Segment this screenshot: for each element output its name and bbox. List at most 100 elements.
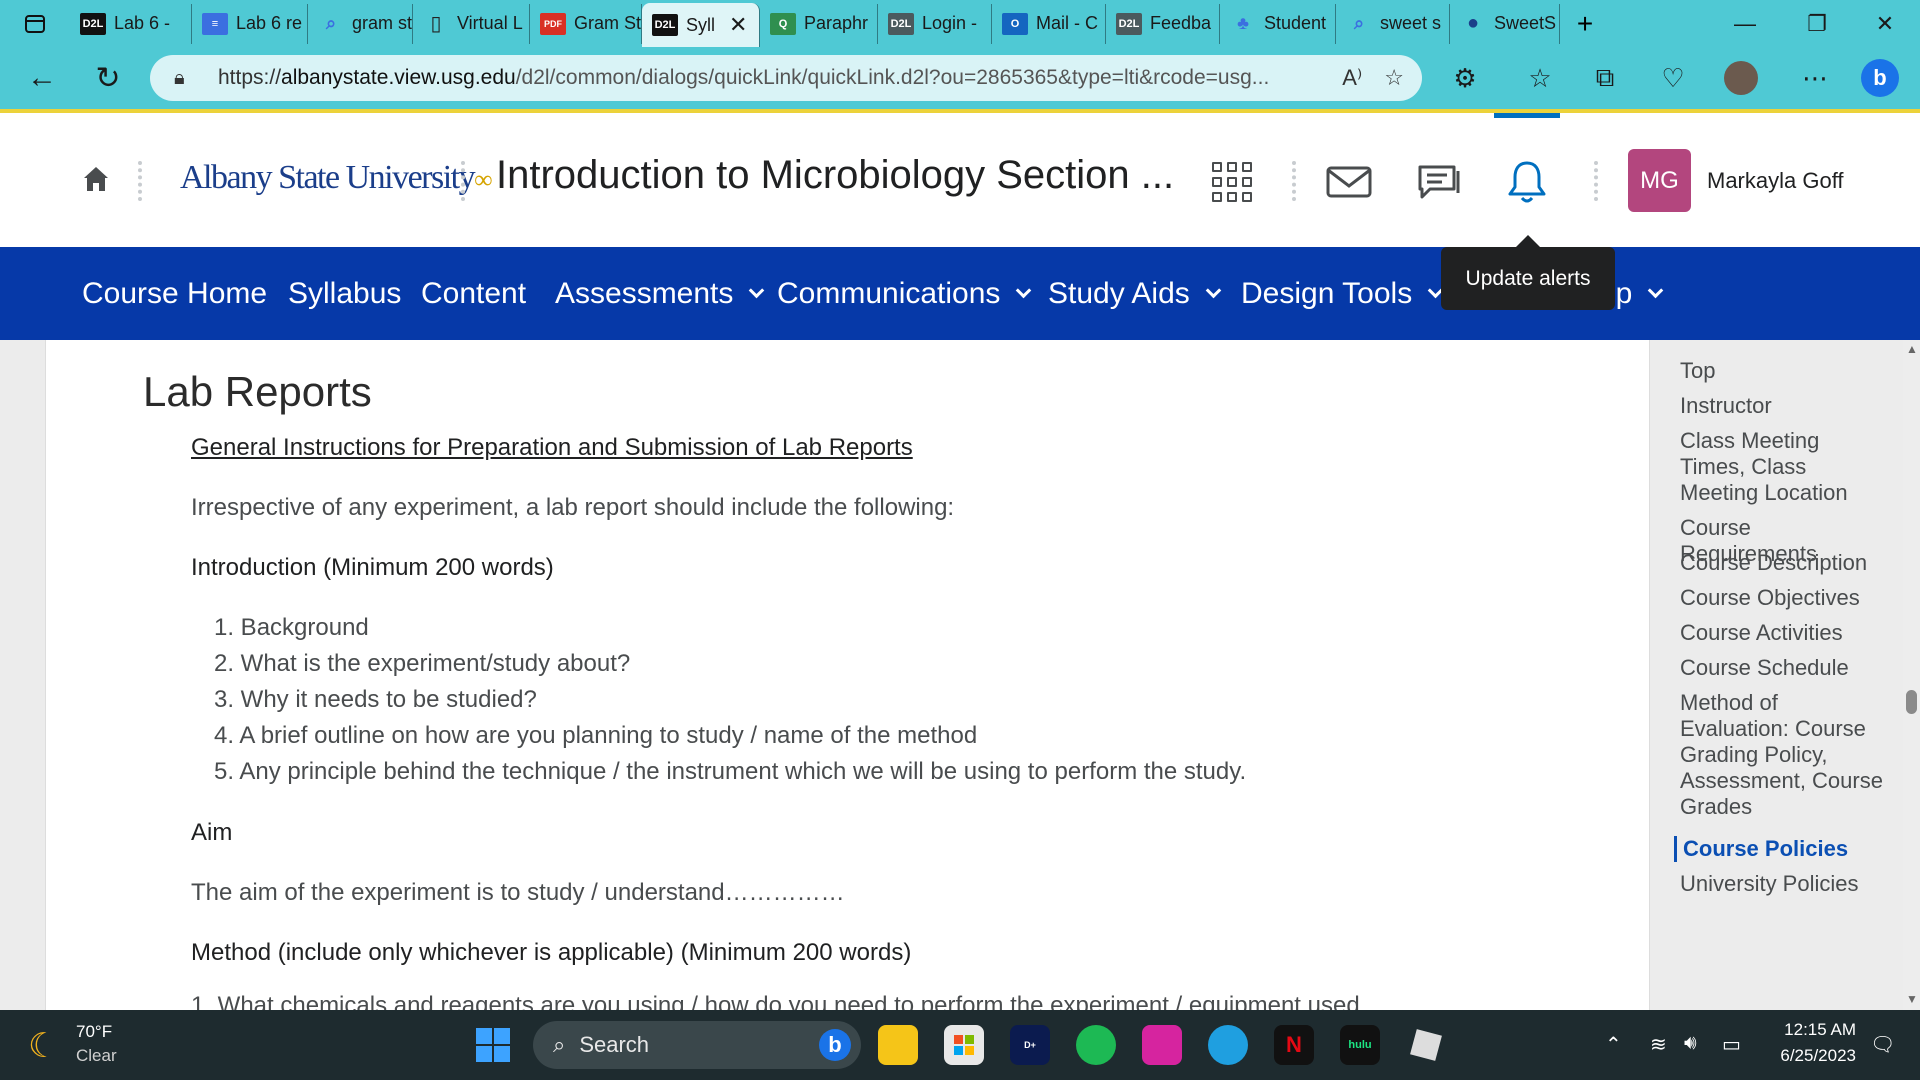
taskbar-search[interactable]: ⌕ Search b <box>533 1021 861 1069</box>
spotify-icon[interactable] <box>1076 1025 1116 1065</box>
bing-icon[interactable]: b <box>1855 47 1905 109</box>
avatar[interactable]: MG <box>1628 149 1691 212</box>
clock-time[interactable]: 12:15 AM <box>1776 1020 1856 1040</box>
chevron-up-icon[interactable]: ⌃ <box>1605 1032 1622 1057</box>
browser-tab[interactable]: D2L Feedba <box>1106 3 1220 44</box>
bing-icon: b <box>819 1029 851 1061</box>
profile-avatar-icon[interactable] <box>1716 47 1766 109</box>
page-scrollbar[interactable]: ▲ ▼ <box>1903 340 1920 1010</box>
weather-condition[interactable]: Clear <box>76 1046 117 1066</box>
toc-item[interactable]: Instructor <box>1680 393 1890 419</box>
tab-actions-icon[interactable] <box>0 0 70 47</box>
favorite-star-icon[interactable]: ☆ <box>1384 65 1404 91</box>
scroll-thumb[interactable] <box>1906 690 1917 714</box>
aim-text: The aim of the experiment is to study / … <box>191 879 845 906</box>
introduction-list: 1. Background 2. What is the experiment/… <box>214 610 1246 790</box>
nav-help[interactable]: lp <box>1609 277 1664 311</box>
toc-item[interactable]: Method of Evaluation: Course Grading Pol… <box>1680 690 1890 820</box>
nav-communications[interactable]: Communications <box>777 277 1032 311</box>
bell-icon[interactable] <box>1500 155 1554 209</box>
chevron-down-icon <box>1648 282 1664 298</box>
aim-heading: Aim <box>191 819 233 846</box>
instagram-icon[interactable] <box>1142 1025 1182 1065</box>
edge-icon[interactable] <box>1208 1025 1248 1065</box>
address-bar[interactable]: 🔒︎ https://albanystate.view.usg.edu/d2l/… <box>150 55 1422 101</box>
browser-tab[interactable]: ≡ Lab 6 re <box>192 3 308 44</box>
nav-syllabus[interactable]: Syllabus <box>288 277 401 311</box>
notifications-icon[interactable]: 🗨︎ <box>1870 1032 1895 1057</box>
scroll-down-icon[interactable]: ▼ <box>1906 992 1918 1006</box>
toc-item[interactable]: Course Schedule <box>1680 655 1890 681</box>
windows-start-icon[interactable] <box>476 1028 510 1062</box>
method-list-item: 1. What chemicals and reagents are you u… <box>191 992 1360 1010</box>
browser-tab[interactable]: ♣ Student <box>1220 3 1336 44</box>
instructions-link[interactable]: General Instructions for Preparation and… <box>191 434 913 462</box>
extensions-icon[interactable]: ⚙ <box>1440 47 1490 109</box>
browser-tab-strip: D2L Lab 6 - ≡ Lab 6 re ⌕ gram st ▯ Virtual L… <box>0 0 1920 47</box>
browser-tab[interactable]: D2L Login - <box>878 3 992 44</box>
chat-icon[interactable] <box>1412 155 1466 209</box>
browser-tab[interactable]: PDF Gram St <box>530 3 642 44</box>
hulu-icon[interactable]: hulu <box>1340 1025 1380 1065</box>
disney-plus-icon[interactable]: D+ <box>1010 1025 1050 1065</box>
collections-icon[interactable]: ⧉ <box>1580 47 1630 109</box>
scroll-up-icon[interactable]: ▲ <box>1906 342 1918 356</box>
browser-essentials-icon[interactable]: ♡ <box>1648 47 1698 109</box>
netflix-icon[interactable]: N <box>1274 1025 1314 1065</box>
refresh-icon[interactable]: ↻ <box>76 47 140 109</box>
clock-date[interactable]: 6/25/2023 <box>1770 1046 1856 1066</box>
toc-item-active[interactable]: Course Policies <box>1683 836 1893 862</box>
file-explorer-icon[interactable] <box>878 1025 918 1065</box>
nav-study-aids[interactable]: Study Aids <box>1048 277 1222 311</box>
toc-item[interactable]: Course Activities <box>1680 620 1890 646</box>
d2l-icon: D2L <box>652 14 678 36</box>
browser-tab-active[interactable]: D2L Syll ✕ <box>642 3 760 47</box>
roblox-icon[interactable] <box>1406 1025 1446 1065</box>
course-selector-icon[interactable] <box>1205 155 1259 209</box>
toc-item[interactable]: University Policies <box>1680 871 1890 897</box>
browser-tab[interactable]: ⌕ sweet s <box>1336 3 1450 44</box>
browser-tab[interactable]: O Mail - C <box>992 3 1106 44</box>
university-logo[interactable]: Albany State University∞ <box>180 159 493 197</box>
search-icon: ⌕ <box>325 13 337 33</box>
browser-tab[interactable]: ● SweetS <box>1450 3 1560 44</box>
restore-icon[interactable]: ❐ <box>1782 0 1852 47</box>
wifi-icon[interactable]: ≋ <box>1650 1032 1667 1057</box>
weather-temperature[interactable]: 70°F <box>76 1022 112 1042</box>
read-aloud-icon[interactable]: A⁾ <box>1342 65 1362 91</box>
toc-item[interactable]: Top <box>1680 358 1890 384</box>
course-title[interactable]: Introduction to Microbiology Section ... <box>496 153 1174 198</box>
nav-course-home[interactable]: Course Home <box>82 277 267 311</box>
mail-icon[interactable] <box>1322 155 1376 209</box>
browser-tab[interactable]: ⌕ gram st <box>308 3 413 44</box>
new-tab-icon[interactable]: + <box>1560 0 1610 47</box>
close-tab-icon[interactable]: ✕ <box>729 12 747 38</box>
battery-icon[interactable]: ▭ <box>1722 1032 1741 1057</box>
header-divider <box>1594 161 1598 201</box>
toc-item[interactable]: Course Description <box>1680 550 1890 576</box>
search-icon: ⌕ <box>553 1032 566 1057</box>
nav-assessments[interactable]: Assessments <box>555 277 765 311</box>
volume-icon[interactable]: 🔊︎ <box>1684 1032 1697 1055</box>
home-icon[interactable] <box>80 163 112 195</box>
toc-item[interactable]: Course Objectives <box>1680 585 1890 611</box>
microsoft-store-icon[interactable] <box>944 1025 984 1065</box>
moon-icon[interactable]: ☾ <box>28 1026 58 1066</box>
favorites-icon[interactable]: ☆ <box>1515 47 1565 109</box>
nav-content[interactable]: Content <box>421 277 526 311</box>
toc-item[interactable]: Class Meeting Times, Class Meeting Locat… <box>1680 428 1890 506</box>
back-icon[interactable]: ← <box>10 47 74 109</box>
chevron-down-icon <box>1016 282 1032 298</box>
browser-tab[interactable]: Q Paraphr <box>760 3 878 44</box>
browser-tab[interactable]: ▯ Virtual L <box>413 3 530 44</box>
method-heading: Method (include only whichever is applic… <box>191 939 912 966</box>
close-window-icon[interactable]: ✕ <box>1850 0 1920 47</box>
minimize-icon[interactable]: — <box>1710 0 1780 47</box>
syllabus-document: Lab Reports General Instructions for Pre… <box>45 340 1650 1010</box>
user-name[interactable]: Markayla Goff <box>1707 168 1844 194</box>
browser-tab[interactable]: D2L Lab 6 - <box>70 3 192 44</box>
d2l-icon: D2L <box>1116 12 1142 35</box>
more-options-icon[interactable]: ⋯ <box>1790 47 1840 109</box>
nav-design-tools[interactable]: Design Tools <box>1241 277 1444 311</box>
d2l-icon: D2L <box>888 12 914 35</box>
